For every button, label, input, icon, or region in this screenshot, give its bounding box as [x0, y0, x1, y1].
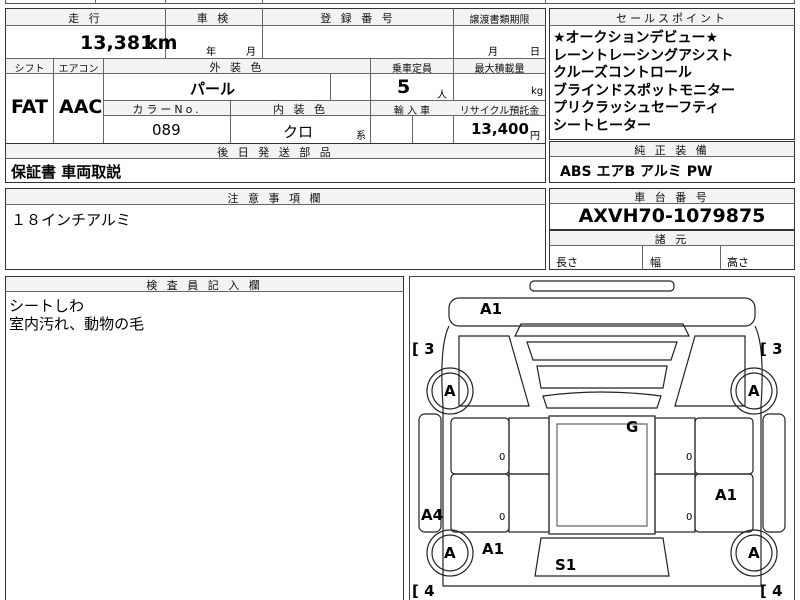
top-strip-partial-text: …: [190, 0, 200, 3]
mark-wheel-fr: A: [748, 382, 760, 400]
shift-value: FAT: [11, 96, 48, 118]
mark-left-rear-side: A4: [421, 506, 444, 524]
mileage-unit: km: [145, 32, 178, 54]
shaken-month: 月: [246, 47, 256, 58]
mark-rear-center: S1: [555, 556, 577, 574]
caution-label: 注 意 事 項 欄: [227, 192, 324, 205]
capacity-unit: 人: [437, 90, 447, 101]
inspector-line: 室内汚れ、動物の毛: [9, 315, 145, 333]
registration-label: 登 録 番 号: [320, 12, 396, 25]
chassis-number-value: AXVH70-1079875: [578, 205, 766, 227]
sales-points-list: ★オークションデビュー★ レーントレーシングアシスト クルーズコントロール ブラ…: [553, 30, 735, 135]
interior-color-value: クロ: [283, 123, 314, 141]
dimensions-label: 諸 元: [654, 233, 690, 246]
bracket-bottom-left: [ 4: [412, 582, 435, 600]
color-no-label: カラーNo.: [132, 103, 202, 116]
inspector-label: 検 査 員 記 入 欄: [146, 279, 263, 292]
width-label: 幅: [650, 256, 661, 269]
recycle-value: 13,400: [471, 120, 529, 138]
color-no-value: 089: [152, 121, 181, 139]
sales-point-line: ★オークションデビュー★: [553, 30, 719, 46]
sales-point-line: プリクラッシュセーフティ: [553, 100, 720, 116]
door-mark: 0: [686, 452, 693, 463]
mark-wheel-rl: A: [444, 544, 456, 562]
max-load-unit: kg: [531, 86, 544, 97]
later-parts-label: 後 日 発 送 部 品: [217, 146, 334, 159]
top-strip: [5, 0, 795, 4]
factory-equipment-value: ABS エアB アルミ PW: [560, 164, 713, 180]
interior-color-suffix: 系: [356, 131, 366, 142]
capacity-value: 5: [397, 76, 411, 98]
transfer-deadline-label: 譲渡書類期限: [469, 15, 530, 26]
mark-wheel-fl: A: [444, 382, 456, 400]
max-load-label: 最大積載量: [474, 64, 525, 75]
recycle-unit: 円: [530, 131, 540, 142]
shaken-year: 年: [206, 47, 216, 58]
mark-right-door: A1: [715, 486, 738, 504]
mark-roof: G: [626, 418, 639, 436]
mark-wheel-rr: A: [748, 544, 760, 562]
interior-color-label: 内 装 色: [273, 103, 328, 116]
later-parts-value: 保証書 車両取説: [11, 163, 122, 181]
mileage-value: 13,381: [80, 32, 154, 54]
shift-label: シフト: [14, 64, 45, 75]
door-mark: 0: [499, 512, 506, 523]
height-label: 高さ: [727, 256, 749, 269]
chassis-number-label: 車 台 番 号: [634, 191, 710, 204]
shaken-label: 車 検: [196, 12, 232, 25]
bracket-top-left: [ 3: [412, 340, 435, 358]
sales-point-line: シートヒーター: [553, 117, 651, 134]
sales-point-line: レーントレーシングアシスト: [553, 47, 734, 64]
factory-equipment-label: 純 正 装 備: [634, 144, 710, 157]
vehicle-info-table: [5, 8, 546, 145]
mark-left-rear-door: A1: [482, 540, 505, 558]
sales-point-line: クルーズコントロール: [553, 65, 692, 81]
mark-front-top: A1: [480, 300, 503, 318]
length-label: 長さ: [556, 256, 578, 269]
exterior-color-value: パール: [190, 80, 236, 98]
transfer-month: 月: [488, 47, 498, 58]
transfer-day: 日: [530, 47, 540, 58]
import-label: 輸 入 車: [393, 106, 431, 117]
car-diagram: [418, 280, 786, 587]
recycle-label: リサイクル預託金: [459, 106, 540, 117]
bracket-top-right: [ 3: [760, 340, 783, 358]
bracket-bottom-right: [ 4: [760, 582, 783, 600]
sales-points-label: セールスポイント: [616, 12, 728, 25]
door-mark: 0: [686, 512, 693, 523]
aircon-label: エアコン: [58, 64, 99, 75]
door-mark: 0: [499, 452, 506, 463]
caution-value: １８インチアルミ: [11, 211, 131, 229]
capacity-label: 乗車定員: [392, 64, 432, 75]
exterior-color-label: 外 装 色: [209, 61, 265, 74]
sales-point-line: ブラインドスポットモニター: [553, 82, 735, 99]
aircon-value: AAC: [59, 96, 103, 118]
mileage-label: 走 行: [68, 12, 103, 25]
